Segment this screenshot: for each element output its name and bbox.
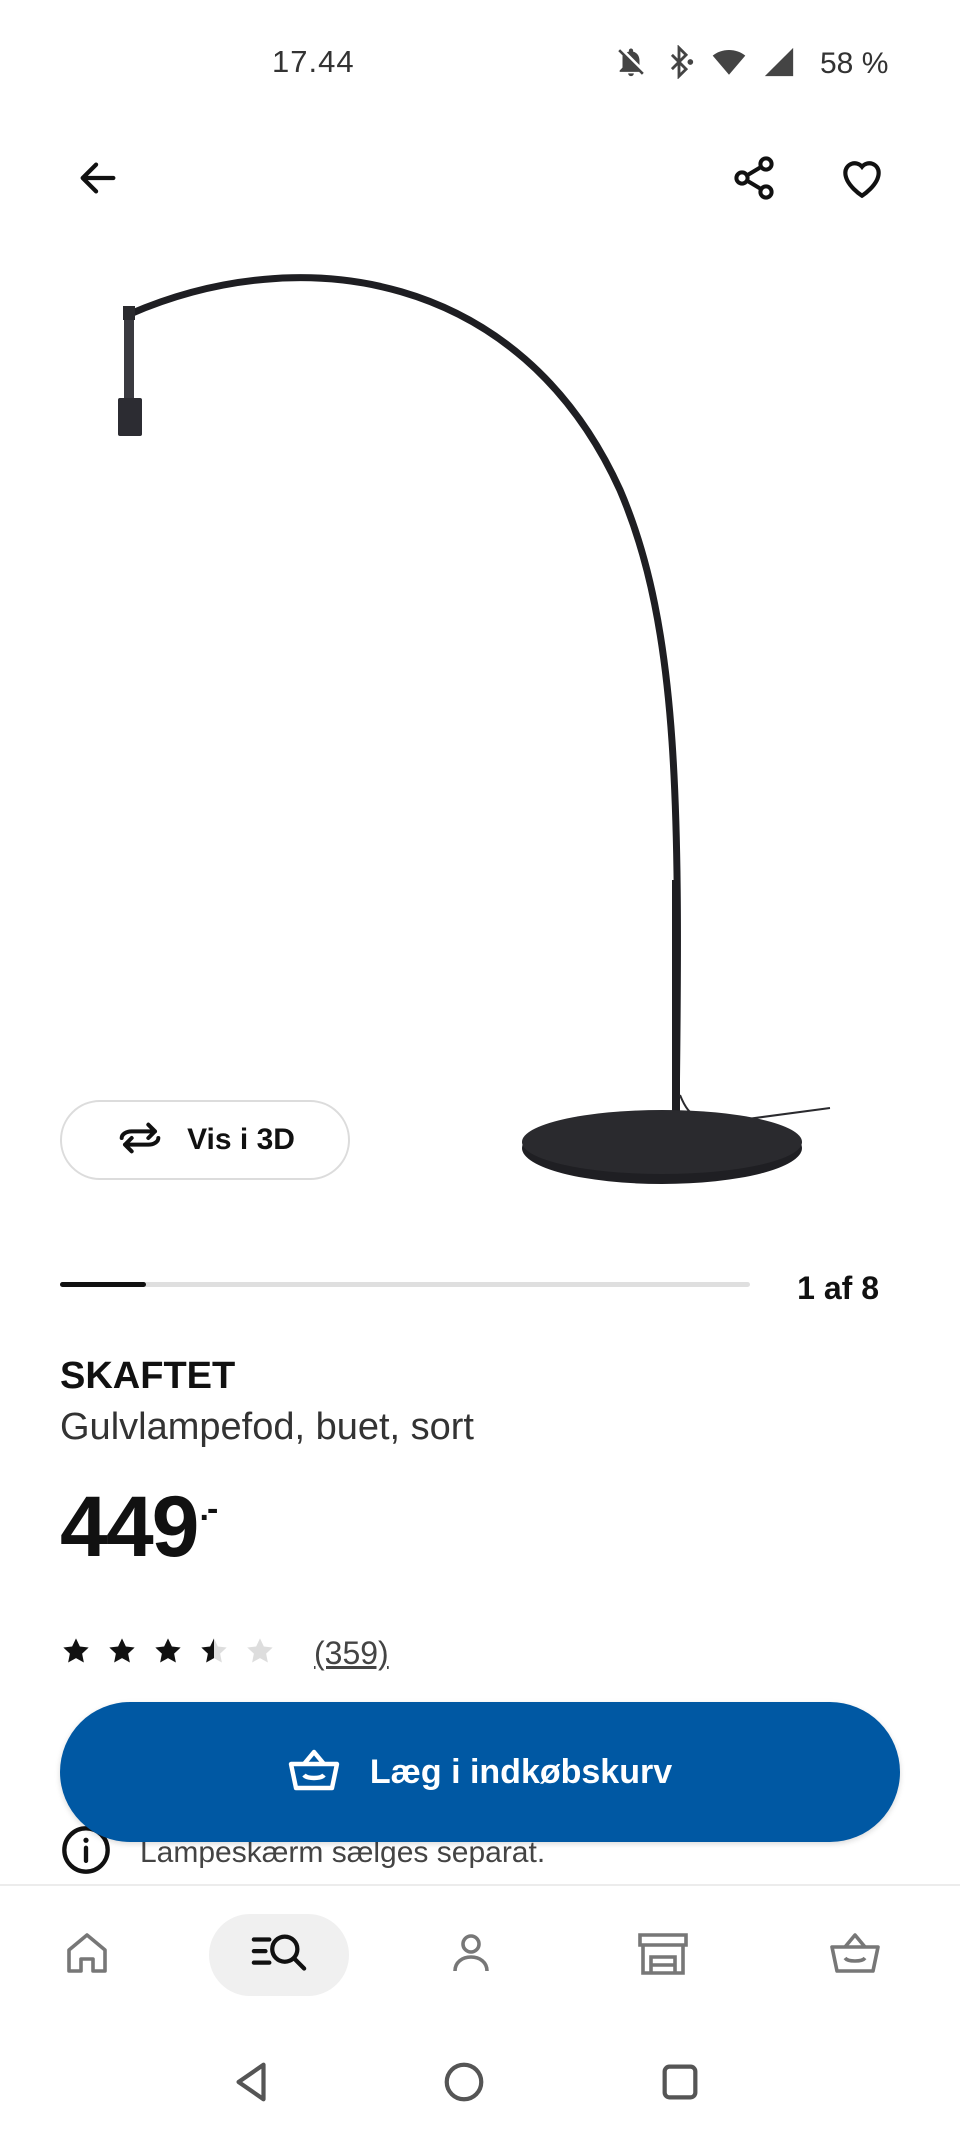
product-description: Gulvlampefod, buet, sort xyxy=(60,1406,474,1448)
heart-icon xyxy=(837,153,887,208)
star-icon xyxy=(106,1635,138,1672)
profile-icon xyxy=(447,1929,495,1982)
system-home-button[interactable] xyxy=(434,2054,494,2114)
circle-home-icon xyxy=(441,2059,487,2110)
nav-profile[interactable] xyxy=(401,1914,541,1996)
system-back-button[interactable] xyxy=(222,2054,282,2114)
rating-stars xyxy=(60,1635,276,1672)
app-header xyxy=(0,130,960,230)
carousel-progress xyxy=(60,1282,147,1287)
view-3d-button[interactable]: Vis i 3D xyxy=(60,1100,350,1180)
price-value: 449 xyxy=(60,1479,199,1575)
star-icon xyxy=(60,1635,92,1672)
battery-level: 58 % xyxy=(820,47,889,80)
store-icon xyxy=(637,1929,689,1982)
share-button[interactable] xyxy=(724,150,784,210)
product-rating[interactable]: (359) xyxy=(60,1635,389,1672)
cellular-signal-icon xyxy=(762,45,796,84)
status-icons: 58 % xyxy=(614,43,889,84)
triangle-back-icon xyxy=(229,2059,275,2110)
bottom-navigation xyxy=(0,1884,960,2024)
product-price: 449 .- xyxy=(60,1478,219,1577)
basket-icon xyxy=(288,1747,340,1798)
add-to-cart-label: Læg i indkøbskurv xyxy=(369,1752,673,1791)
square-recents-icon xyxy=(657,2059,703,2110)
price-suffix: .- xyxy=(199,1490,219,1528)
view-3d-label: Vis i 3D xyxy=(187,1123,295,1156)
back-arrow-icon xyxy=(75,155,121,206)
bell-off-icon xyxy=(614,45,648,84)
home-icon xyxy=(63,1929,111,1982)
basket-icon xyxy=(829,1930,881,1981)
nav-home[interactable] xyxy=(17,1914,157,1996)
star-icon xyxy=(244,1635,276,1672)
nav-search[interactable] xyxy=(209,1914,349,1996)
review-count[interactable]: (359) xyxy=(314,1635,389,1672)
nav-store[interactable] xyxy=(593,1914,733,1996)
system-recents-button[interactable] xyxy=(650,2054,710,2114)
product-name: SKAFTET xyxy=(60,1355,236,1397)
add-to-cart-button[interactable]: Læg i indkøbskurv xyxy=(60,1702,900,1842)
system-navigation xyxy=(0,2024,960,2133)
wifi-icon xyxy=(710,45,748,84)
status-bar: 17.44 58 % xyxy=(0,0,960,130)
product-image[interactable] xyxy=(0,250,960,1210)
share-icon xyxy=(730,154,778,207)
status-time: 17.44 xyxy=(272,44,355,79)
bluetooth-icon xyxy=(662,43,696,84)
star-icon xyxy=(198,1635,230,1672)
back-button[interactable] xyxy=(68,150,128,210)
nav-basket[interactable] xyxy=(785,1914,925,1996)
image-carousel-indicator: 1 af 8 xyxy=(60,1270,900,1306)
star-icon xyxy=(152,1635,184,1672)
carousel-counter: 1 af 8 xyxy=(797,1270,879,1306)
carousel-track xyxy=(60,1282,750,1287)
search-icon xyxy=(250,1929,308,1982)
favourite-button[interactable] xyxy=(832,150,892,210)
floor-lamp-image xyxy=(118,274,831,1184)
rotate-3d-icon xyxy=(115,1121,165,1160)
